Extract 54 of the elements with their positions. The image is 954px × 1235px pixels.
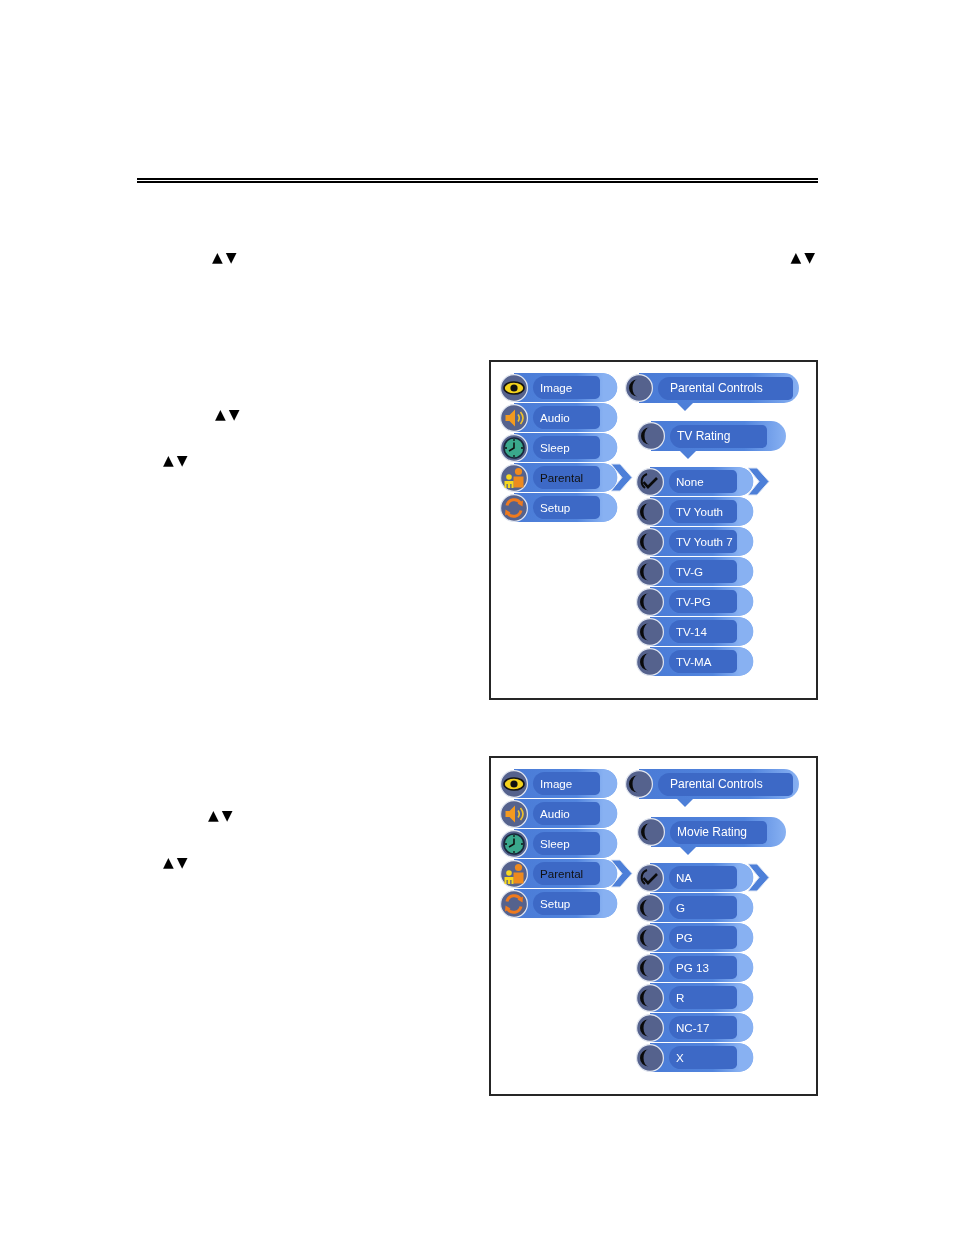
panel-header: Parental Controls bbox=[625, 769, 799, 799]
rating-option[interactable]: PG 13 bbox=[636, 953, 754, 982]
speaker-icon bbox=[500, 799, 528, 828]
crescent-icon bbox=[637, 818, 665, 846]
up-down-arrows-icon: ▲▼ bbox=[212, 249, 240, 265]
rating-option[interactable]: NA bbox=[636, 863, 770, 892]
rating-option[interactable]: R bbox=[636, 983, 754, 1012]
menu-item[interactable]: Image bbox=[500, 769, 618, 798]
menu-item[interactable]: Setup bbox=[500, 493, 618, 522]
menu-item[interactable]: Setup bbox=[500, 889, 618, 918]
clock-icon bbox=[500, 829, 528, 858]
rating-option[interactable]: TV-PG bbox=[636, 587, 754, 616]
circular-arrows-icon bbox=[500, 493, 528, 522]
chevron-right-icon bbox=[610, 859, 633, 888]
up-down-arrows-icon: ▲▼ bbox=[215, 406, 243, 422]
circular-arrows-icon bbox=[500, 889, 528, 918]
eye-icon bbox=[500, 769, 528, 798]
people-icon bbox=[500, 463, 528, 492]
menu-item[interactable]: Parental bbox=[500, 859, 633, 888]
speaker-icon bbox=[500, 403, 528, 432]
submenu-item[interactable]: Movie Rating bbox=[637, 817, 786, 847]
down-pointer-icon bbox=[677, 799, 693, 807]
rating-option[interactable]: X bbox=[636, 1043, 754, 1072]
eye-icon bbox=[500, 373, 528, 402]
down-pointer-icon bbox=[677, 403, 693, 411]
menu-item[interactable]: Parental bbox=[500, 463, 633, 492]
menu-item[interactable]: Audio bbox=[500, 403, 618, 432]
rating-option[interactable]: TV Youth bbox=[636, 497, 754, 526]
rating-option[interactable]: None bbox=[636, 467, 770, 496]
down-pointer-icon bbox=[680, 451, 696, 459]
up-down-arrows-icon: ▲▼ bbox=[163, 452, 191, 468]
chevron-right-icon bbox=[610, 463, 633, 492]
rating-option[interactable]: PG bbox=[636, 923, 754, 952]
crescent-icon bbox=[625, 770, 653, 798]
clock-icon bbox=[500, 433, 528, 462]
people-icon bbox=[500, 859, 528, 888]
panel-header: Parental Controls bbox=[625, 373, 799, 403]
menu-item[interactable]: Audio bbox=[500, 799, 618, 828]
rating-option[interactable]: TV-14 bbox=[636, 617, 754, 646]
submenu-item[interactable]: TV Rating bbox=[637, 421, 786, 451]
up-down-arrows-icon: ▲▼ bbox=[208, 807, 236, 823]
crescent-icon bbox=[625, 374, 653, 402]
rating-option[interactable]: G bbox=[636, 893, 754, 922]
menu-item[interactable]: Image bbox=[500, 373, 618, 402]
menu-item[interactable]: Sleep bbox=[500, 829, 618, 858]
crescent-icon bbox=[637, 422, 665, 450]
up-down-arrows-icon: ▲▼ bbox=[163, 854, 191, 870]
rating-option[interactable]: TV Youth 7 bbox=[636, 527, 754, 556]
down-pointer-icon bbox=[680, 847, 696, 855]
rating-option[interactable]: NC-17 bbox=[636, 1013, 754, 1042]
rating-option[interactable]: TV-G bbox=[636, 557, 754, 586]
menu-item[interactable]: Sleep bbox=[500, 433, 618, 462]
up-down-arrows-icon: ▲▼ bbox=[790, 249, 818, 265]
rating-option[interactable]: TV-MA bbox=[636, 647, 754, 676]
